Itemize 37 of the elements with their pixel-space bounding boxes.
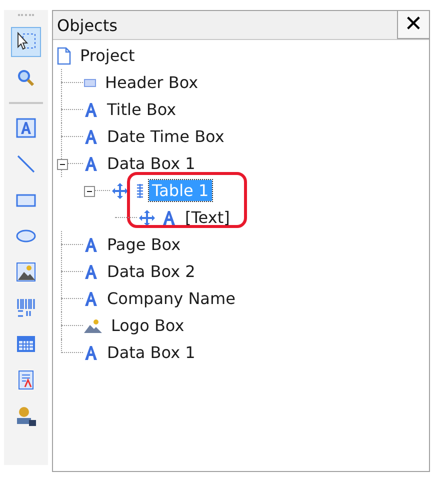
tree-item[interactable]: Page Box — [104, 234, 184, 255]
tree-item[interactable]: Project — [77, 45, 138, 66]
text-box-icon — [15, 117, 37, 139]
line-icon — [15, 153, 37, 175]
select-tool-button[interactable] — [11, 27, 41, 57]
tree-item[interactable]: Logo Box — [108, 315, 188, 336]
letter-a-icon — [84, 236, 98, 252]
user-icon — [15, 405, 37, 427]
page-icon — [57, 46, 71, 64]
tree-item[interactable]: Data Box 1 — [104, 153, 198, 174]
letter-a-icon — [84, 102, 98, 118]
rectangle-icon — [84, 78, 96, 86]
tree-item[interactable]: Data Box 1 — [104, 342, 198, 363]
letter-a-icon — [84, 290, 98, 306]
image-icon — [15, 261, 37, 283]
grid-icon — [15, 333, 37, 355]
list-lines-icon — [137, 184, 143, 198]
move-arrows-icon — [138, 208, 156, 226]
tree-item[interactable]: Company Name — [104, 288, 238, 309]
letter-a-icon — [84, 264, 98, 280]
letter-a-icon — [84, 128, 98, 144]
tree-item[interactable]: Data Box 2 — [104, 261, 198, 282]
mountain-icon — [84, 318, 102, 332]
letter-a-icon — [162, 210, 176, 226]
panel-title: Objects — [56, 16, 118, 34]
close-button[interactable]: ✕ — [397, 11, 429, 39]
tree-item[interactable]: [Text] — [182, 207, 233, 228]
letter-a-icon — [84, 344, 98, 360]
letter-a-icon — [84, 156, 98, 172]
collapse-toggle[interactable] — [84, 186, 95, 197]
collapse-toggle[interactable] — [57, 159, 68, 170]
search-icon — [15, 67, 37, 89]
tree-item[interactable]: Date Time Box — [104, 126, 228, 147]
tree-item[interactable]: Title Box — [104, 99, 180, 120]
move-arrows-icon — [111, 182, 129, 200]
barcode-icon — [15, 297, 37, 319]
tree-item[interactable]: Header Box — [102, 72, 202, 93]
